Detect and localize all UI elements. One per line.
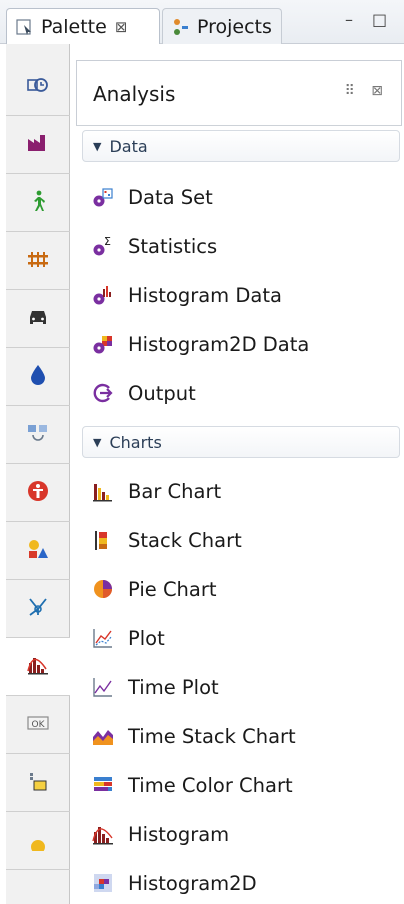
histogram-data-icon [92, 284, 114, 306]
section-label: Data [109, 136, 148, 156]
palette-item-label: Histogram2D Data [128, 332, 310, 356]
palette-item-output[interactable]: Output [92, 378, 196, 408]
strip-button[interactable]: OK [6, 696, 70, 754]
strip-button[interactable] [6, 754, 70, 812]
bar-chart-icon [92, 480, 114, 502]
network-icon [26, 595, 50, 623]
palette-item-label: Time Color Chart [128, 773, 293, 797]
palette-item-histogram2d[interactable]: Histogram2D [92, 868, 257, 898]
fluid-drop-icon [26, 363, 50, 391]
histogram-icon [92, 823, 114, 845]
projects-icon [171, 17, 191, 37]
strip-button[interactable] [6, 522, 70, 580]
strip-button[interactable] [6, 580, 70, 638]
palette-item-label: Output [128, 381, 196, 405]
collapse-triangle-icon: ▼ [93, 139, 102, 153]
palette-item-label: Plot [128, 626, 165, 650]
palette-item-label: Pie Chart [128, 577, 217, 601]
palette-item-statistics[interactable]: Σ Statistics [92, 231, 217, 261]
strip-button[interactable] [6, 58, 70, 116]
pie-chart-icon [92, 578, 114, 600]
histogram2d-data-icon [92, 333, 114, 355]
factory-icon [26, 131, 50, 159]
palette-item-histogram2d-data[interactable]: Histogram2D Data [92, 329, 309, 359]
timer-icon [26, 73, 50, 101]
palette-item-label: Statistics [128, 234, 218, 258]
analysis-palette-panel: Analysis ⠿ ⊠ ▼ Data Data Set Σ Statistic… [76, 60, 402, 904]
strip-button[interactable] [6, 116, 70, 174]
palette-item-bar-chart[interactable]: Bar Chart [92, 476, 221, 506]
palette-item-stack-chart[interactable]: Stack Chart [92, 525, 242, 555]
palette-item-time-plot[interactable]: Time Plot [92, 672, 219, 702]
palette-category-strip: OK [6, 44, 70, 904]
strip-button[interactable] [6, 290, 70, 348]
rail-icon [26, 247, 50, 275]
section-data-header[interactable]: ▼ Data [82, 130, 400, 162]
palette-item-plot[interactable]: Plot [92, 623, 165, 653]
maximize-icon[interactable]: □ [372, 10, 387, 29]
palette-item-histogram[interactable]: Histogram [92, 819, 229, 849]
palette-item-label: Time Plot [128, 675, 219, 699]
time-plot-icon [92, 676, 114, 698]
strip-button[interactable] [6, 812, 70, 870]
tab-projects-label: Projects [197, 15, 272, 38]
pictures-icon [26, 769, 50, 797]
stack-chart-icon [92, 529, 114, 551]
strip-button[interactable] [6, 232, 70, 290]
presentation-icon [26, 537, 50, 565]
tab-projects[interactable]: Projects [162, 8, 282, 44]
more-icon [26, 827, 50, 855]
palette-item-label: Histogram [128, 822, 230, 846]
strip-button-active[interactable] [6, 638, 70, 696]
close-icon[interactable]: ⊠ [115, 18, 128, 36]
section-charts-header[interactable]: ▼ Charts [82, 426, 400, 458]
section-label: Charts [109, 432, 162, 452]
palette-item-label: Stack Chart [128, 528, 242, 552]
panel-title: Analysis [93, 82, 176, 106]
palette-item-label: Bar Chart [128, 479, 222, 503]
time-stack-chart-icon [92, 725, 114, 747]
pedestrian-icon [26, 189, 50, 217]
plot-icon [92, 627, 114, 649]
strip-button[interactable] [6, 464, 70, 522]
palette-item-label: Histogram Data [128, 283, 282, 307]
minimize-icon[interactable]: – [345, 10, 353, 29]
strip-button[interactable] [6, 348, 70, 406]
palette-item-histogram-data[interactable]: Histogram Data [92, 280, 282, 310]
statistics-icon: Σ [92, 235, 114, 257]
palette-item-label: Histogram2D [128, 871, 257, 895]
palette-icon [15, 17, 35, 37]
svg-text:Σ: Σ [104, 235, 111, 248]
data-set-icon [92, 186, 114, 208]
panel-header-buttons[interactable]: ⠿ ⊠ [345, 83, 389, 99]
car-icon [26, 305, 50, 333]
process-icon [26, 421, 50, 449]
palette-item-label: Time Stack Chart [128, 724, 296, 748]
output-icon [92, 382, 114, 404]
view-tab-bar: Palette ⊠ Projects – □ [0, 0, 404, 44]
strip-button[interactable] [6, 406, 70, 464]
histogram2d-icon [92, 872, 114, 894]
palette-item-time-color-chart[interactable]: Time Color Chart [92, 770, 293, 800]
analysis-icon [26, 653, 50, 681]
collapse-triangle-icon: ▼ [93, 435, 102, 449]
controls-icon-label: OK [31, 719, 45, 730]
tab-palette[interactable]: Palette ⊠ [6, 8, 160, 44]
healthcare-icon [26, 479, 50, 507]
tab-palette-label: Palette [41, 15, 107, 38]
palette-item-data-set[interactable]: Data Set [92, 182, 213, 212]
palette-item-label: Data Set [128, 185, 213, 209]
palette-item-time-stack-chart[interactable]: Time Stack Chart [92, 721, 296, 751]
strip-button[interactable] [6, 174, 70, 232]
palette-item-pie-chart[interactable]: Pie Chart [92, 574, 217, 604]
panel-header: Analysis ⠿ ⊠ [76, 60, 402, 126]
time-color-chart-icon [92, 774, 114, 796]
